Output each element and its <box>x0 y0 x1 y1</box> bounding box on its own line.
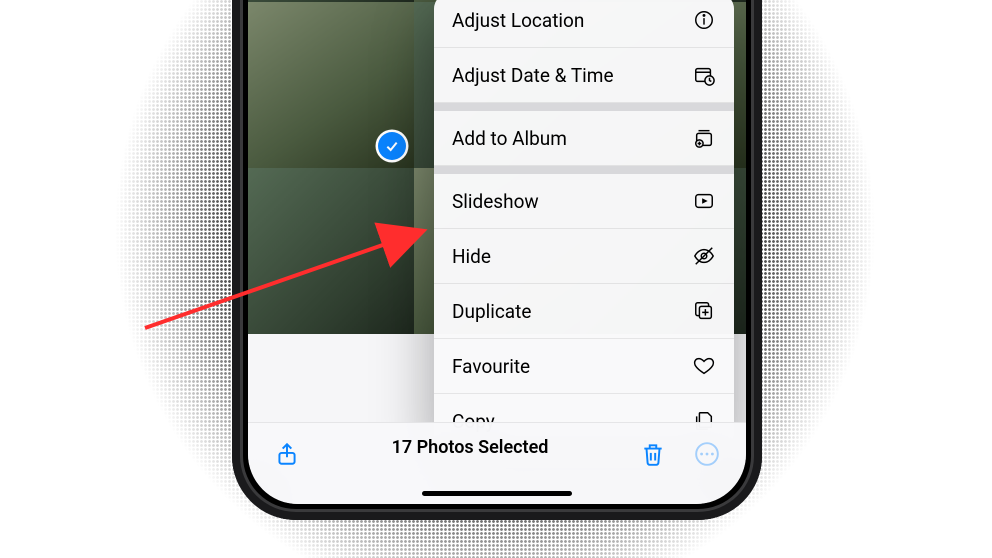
menu-item-duplicate[interactable]: Duplicate <box>434 284 734 339</box>
duplicate-icon <box>692 299 716 323</box>
action-menu: Adjust Location Adjust Date & Time Add t… <box>434 0 734 448</box>
share-button[interactable] <box>270 437 304 471</box>
selection-check-icon <box>378 132 406 160</box>
menu-separator <box>434 103 734 111</box>
menu-separator <box>434 166 734 174</box>
menu-item-adjust-date[interactable]: Adjust Date & Time <box>434 48 734 103</box>
home-indicator[interactable] <box>422 491 572 496</box>
menu-item-hide[interactable]: Hide <box>434 229 734 284</box>
menu-item-adjust-location[interactable]: Adjust Location <box>434 0 734 48</box>
menu-item-label: Add to Album <box>452 127 567 150</box>
menu-item-label: Adjust Location <box>452 9 584 32</box>
heart-icon <box>692 354 716 378</box>
bottom-toolbar: 17 Photos Selected <box>248 422 746 504</box>
phone-frame: Adjust Location Adjust Date & Time Add t… <box>232 0 762 520</box>
menu-item-label: Hide <box>452 245 491 268</box>
info-icon <box>692 8 716 32</box>
menu-item-label: Favourite <box>452 355 530 378</box>
delete-button[interactable] <box>636 437 670 471</box>
calendar-clock-icon <box>692 63 716 87</box>
more-button[interactable] <box>690 437 724 471</box>
menu-item-favourite[interactable]: Favourite <box>434 339 734 394</box>
menu-item-label: Slideshow <box>452 190 539 213</box>
eye-slash-icon <box>692 244 716 268</box>
photo-thumbnail[interactable] <box>248 168 414 334</box>
selection-count-label: 17 Photos Selected <box>392 437 549 458</box>
menu-item-label: Duplicate <box>452 300 531 323</box>
menu-item-add-to-album[interactable]: Add to Album <box>434 111 734 166</box>
album-add-icon <box>692 126 716 150</box>
play-rect-icon <box>692 189 716 213</box>
phone-screen: Adjust Location Adjust Date & Time Add t… <box>248 0 746 504</box>
menu-item-label: Adjust Date & Time <box>452 64 614 87</box>
photo-thumbnail[interactable] <box>248 2 414 168</box>
canvas: Adjust Location Adjust Date & Time Add t… <box>0 0 992 558</box>
menu-item-slideshow[interactable]: Slideshow <box>434 174 734 229</box>
